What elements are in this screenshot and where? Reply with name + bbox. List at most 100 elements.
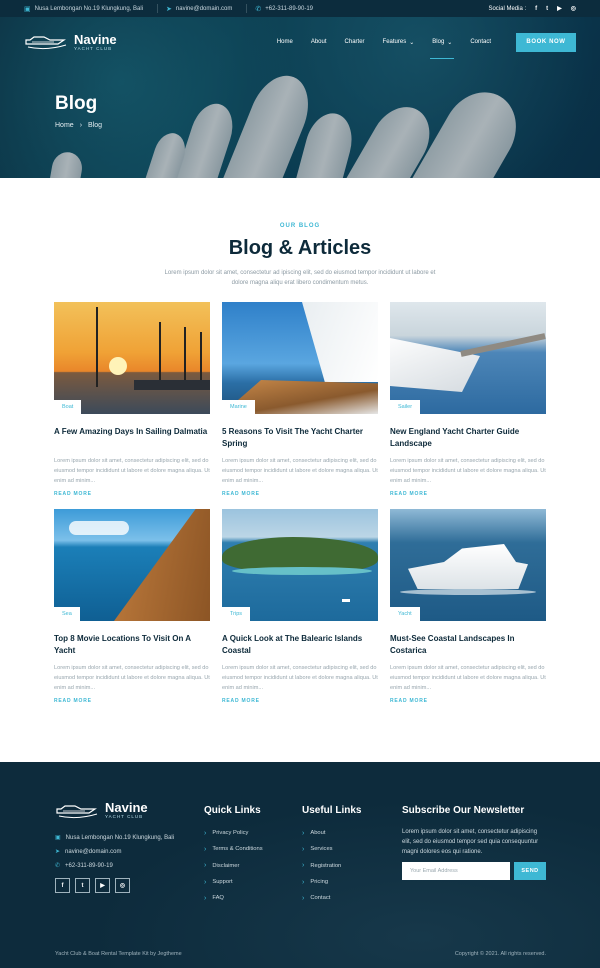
- post-image[interactable]: Trips: [222, 509, 378, 621]
- nav-item-home[interactable]: Home: [268, 25, 302, 59]
- footer-link[interactable]: › Services: [302, 841, 341, 857]
- post-tag[interactable]: Boat: [54, 400, 82, 414]
- post-image[interactable]: Yacht: [390, 509, 546, 621]
- footer-link[interactable]: › Registration: [302, 858, 341, 874]
- post-image[interactable]: Boat: [54, 302, 210, 414]
- topbar-phone-text[interactable]: +62-311-89-90-19: [265, 6, 313, 12]
- sail-shape: [302, 302, 378, 382]
- page-title: Blog: [55, 93, 98, 114]
- read-more-link[interactable]: READ MORE: [222, 491, 378, 497]
- newsletter-title: Subscribe Our Newsletter: [402, 805, 525, 816]
- twitter-icon[interactable]: t: [546, 6, 548, 12]
- footer-social: f t ▶ ◎: [55, 878, 130, 893]
- post-title[interactable]: A Few Amazing Days In Sailing Dalmatia: [54, 426, 210, 450]
- post-tag[interactable]: Yacht: [390, 607, 420, 621]
- footer-phone-text[interactable]: +62-311-89-90-19: [65, 863, 113, 869]
- footer-link[interactable]: › Pricing: [302, 874, 341, 890]
- footer-logo[interactable]: Navine YACHT CLUB: [55, 801, 148, 819]
- chevron-down-icon: ⌄: [447, 39, 453, 46]
- chevron-right-icon: ›: [302, 845, 305, 853]
- post-tag[interactable]: Marine: [222, 400, 255, 414]
- footer-link[interactable]: › Privacy Policy: [204, 825, 263, 841]
- footer: Navine YACHT CLUB ▣ Nusa Lembongan No.19…: [0, 762, 600, 968]
- nav-item-about[interactable]: About: [302, 25, 336, 59]
- footer-bottom: Yacht Club & Boat Rental Template Kit by…: [55, 951, 546, 957]
- yacht-logo-icon: [56, 804, 98, 818]
- twitter-icon[interactable]: t: [75, 878, 90, 893]
- post-title[interactable]: Top 8 Movie Locations To Visit On A Yach…: [54, 633, 210, 657]
- footer-email[interactable]: ➤ navine@domain.com: [55, 848, 121, 856]
- breadcrumb-current: Blog: [88, 122, 103, 129]
- post-title[interactable]: A Quick Look at The Balearic Islands Coa…: [222, 633, 378, 657]
- topbar-social: Social Media : f t ▶ ◎: [488, 5, 576, 13]
- blog-card: Sea Top 8 Movie Locations To Visit On A …: [54, 509, 210, 704]
- send-icon: ➤: [166, 5, 172, 13]
- nav-item-charter[interactable]: Charter: [336, 25, 374, 59]
- footer-address: ▣ Nusa Lembongan No.19 Klungkung, Bali: [55, 834, 175, 842]
- footer-email-text[interactable]: navine@domain.com: [65, 849, 121, 855]
- post-image[interactable]: Sea: [54, 509, 210, 621]
- topbar-email[interactable]: ➤ navine@domain.com: [166, 5, 232, 13]
- nav-menu: Home About Charter Features ⌄ Blog ⌄ Con…: [268, 25, 576, 59]
- footer-link[interactable]: › Contact: [302, 890, 341, 906]
- blog-card: Trips A Quick Look at The Balearic Islan…: [222, 509, 378, 704]
- post-tag[interactable]: Sea: [54, 607, 80, 621]
- book-now-button[interactable]: BOOK NOW: [516, 32, 576, 52]
- instagram-icon[interactable]: ◎: [571, 5, 576, 12]
- boat-shape: [342, 599, 350, 602]
- footer-address-text: Nusa Lembongan No.19 Klungkung, Bali: [65, 834, 175, 841]
- footer-link-label: Contact: [310, 895, 331, 902]
- brand-tagline: YACHT CLUB: [105, 814, 144, 819]
- breadcrumb-home[interactable]: Home: [55, 122, 74, 129]
- footer-phone[interactable]: ✆ +62-311-89-90-19: [55, 862, 113, 870]
- chevron-right-icon: ›: [204, 878, 207, 886]
- read-more-link[interactable]: READ MORE: [222, 698, 378, 704]
- footer-link[interactable]: › Support: [204, 874, 263, 890]
- read-more-link[interactable]: READ MORE: [54, 698, 210, 704]
- post-title[interactable]: Must-See Coastal Landscapes In Costarica: [390, 633, 546, 657]
- read-more-link[interactable]: READ MORE: [390, 491, 546, 497]
- post-tag[interactable]: Sailer: [390, 400, 421, 414]
- post-title[interactable]: New England Yacht Charter Guide Landscap…: [390, 426, 546, 450]
- footer-link-label: Registration: [310, 862, 342, 869]
- footer-link-label: Disclaimer: [212, 862, 240, 869]
- post-image[interactable]: Sailer: [390, 302, 546, 414]
- hull-shape: [134, 380, 210, 390]
- footer-link[interactable]: › Terms & Conditions: [204, 841, 263, 857]
- nav-item-blog[interactable]: Blog ⌄: [423, 25, 461, 59]
- nav-item-features[interactable]: Features ⌄: [374, 25, 424, 59]
- beach-shape: [232, 567, 372, 575]
- facebook-icon[interactable]: f: [55, 878, 70, 893]
- facebook-icon[interactable]: f: [535, 6, 537, 12]
- post-title[interactable]: 5 Reasons To Visit The Yacht Charter Spr…: [222, 426, 378, 450]
- logo[interactable]: Navine YACHT CLUB: [24, 33, 117, 51]
- footer-link[interactable]: › FAQ: [204, 890, 263, 906]
- post-excerpt: Lorem ipsum dolor sit amet, consectetur …: [390, 665, 546, 691]
- post-image[interactable]: Marine: [222, 302, 378, 414]
- mast-shape: [184, 327, 186, 387]
- send-button[interactable]: SEND: [514, 862, 546, 880]
- nav-item-blog-label: Blog: [432, 39, 445, 45]
- post-excerpt: Lorem ipsum dolor sit amet, consectetur …: [54, 665, 210, 691]
- topbar-phone[interactable]: ✆ +62-311-89-90-19: [255, 5, 313, 13]
- nav-item-features-label: Features: [382, 39, 407, 45]
- divider: [157, 4, 159, 13]
- pier-shape: [460, 333, 546, 357]
- yacht-shape: [408, 544, 528, 589]
- mast-shape: [96, 307, 98, 387]
- map-icon: ▣: [24, 5, 31, 13]
- top-bar: ▣ Nusa Lembongan No.19 Klungkung, Bali ➤…: [0, 0, 600, 17]
- youtube-icon[interactable]: ▶: [95, 878, 110, 893]
- footer-link[interactable]: › Disclaimer: [204, 858, 263, 874]
- instagram-icon[interactable]: ◎: [115, 878, 130, 893]
- footer-link[interactable]: › About: [302, 825, 341, 841]
- topbar-email-text[interactable]: navine@domain.com: [176, 6, 232, 12]
- read-more-link[interactable]: READ MORE: [390, 698, 546, 704]
- email-field[interactable]: Your Email Address: [402, 862, 510, 880]
- post-excerpt: Lorem ipsum dolor sit amet, consectetur …: [222, 458, 378, 484]
- nav-item-contact[interactable]: Contact: [461, 25, 500, 59]
- breadcrumb: Home › Blog: [55, 122, 102, 129]
- post-tag[interactable]: Trips: [222, 607, 251, 621]
- read-more-link[interactable]: READ MORE: [54, 491, 210, 497]
- youtube-icon[interactable]: ▶: [557, 5, 562, 12]
